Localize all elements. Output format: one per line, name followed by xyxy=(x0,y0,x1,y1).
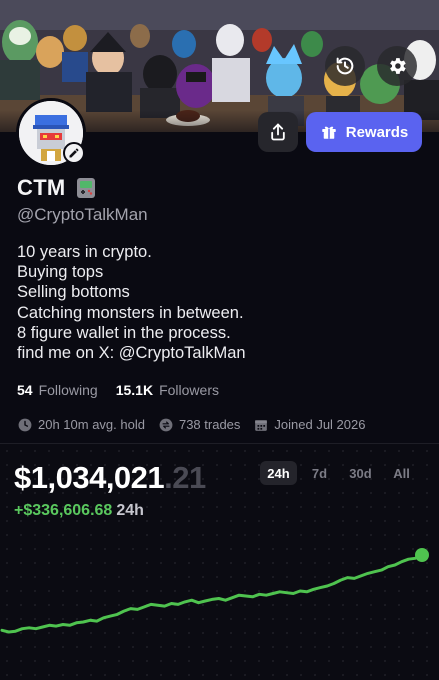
avg-hold-text: 20h 10m avg. hold xyxy=(38,417,145,432)
change-amount: +$336,606.68 xyxy=(14,502,113,519)
share-icon xyxy=(271,123,285,141)
trades-text: 738 trades xyxy=(178,417,241,432)
pencil-icon xyxy=(69,148,79,158)
current-value-point xyxy=(415,548,429,562)
bio-line: Buying tops xyxy=(17,263,104,282)
gift-icon xyxy=(321,126,336,139)
game-badge-icon xyxy=(76,178,95,198)
history-icon xyxy=(336,57,354,75)
trades-stat: 738 trades xyxy=(159,417,240,432)
gear-icon xyxy=(390,58,406,74)
tab-24h[interactable]: 24h xyxy=(260,461,297,485)
change-period: 24h xyxy=(116,502,144,519)
trading-stats: 20h 10m avg. hold 738 trades Joined Jul … xyxy=(18,417,379,432)
rewards-label: Rewards xyxy=(345,123,409,141)
joined-text: Joined Jul 2026 xyxy=(274,417,366,432)
portfolio-line-chart xyxy=(0,548,429,634)
following-label[interactable]: Following xyxy=(39,382,98,398)
tab-30d[interactable]: 30d xyxy=(342,461,379,485)
profile-bio: 10 years in crypto. Buying tops Selling … xyxy=(17,242,246,363)
rewards-button[interactable]: Rewards xyxy=(306,112,422,152)
tab-7d[interactable]: 7d xyxy=(301,461,338,485)
clock-icon xyxy=(18,418,32,431)
portfolio-value-main: $1,034,021 xyxy=(14,460,165,495)
bio-line: Selling bottoms xyxy=(17,283,130,302)
tab-all[interactable]: All xyxy=(383,461,420,485)
followers-label[interactable]: Followers xyxy=(159,382,219,398)
share-button[interactable] xyxy=(258,112,298,152)
following-count[interactable]: 54 xyxy=(17,382,33,398)
portfolio-value: $1,034,021.21 xyxy=(14,460,206,496)
edit-avatar-button[interactable] xyxy=(63,142,85,164)
history-button[interactable] xyxy=(325,46,365,86)
joined-stat: Joined Jul 2026 xyxy=(254,417,365,432)
name-row: CTM xyxy=(17,175,96,201)
display-name: CTM xyxy=(17,175,66,200)
follow-stats: 54 Following 15.1K Followers xyxy=(17,382,237,398)
swap-icon xyxy=(159,418,173,431)
bio-line: 8 figure wallet in the process. xyxy=(17,323,231,342)
portfolio-value-line xyxy=(0,553,424,634)
settings-button[interactable] xyxy=(377,46,417,86)
bio-line: find me on X: @CryptoTalkMan xyxy=(17,344,246,363)
bio-line: Catching monsters in between. xyxy=(17,303,244,322)
portfolio-change: +$336,606.68 24h xyxy=(14,502,144,520)
calendar-icon xyxy=(255,419,268,431)
profile-handle: @CryptoTalkMan xyxy=(17,205,148,224)
avg-hold-stat: 20h 10m avg. hold xyxy=(18,417,145,432)
portfolio-value-cents: .21 xyxy=(164,460,206,495)
bio-line: 10 years in crypto. xyxy=(17,243,152,261)
time-range-tabs: 24h 7d 30d All xyxy=(260,461,420,485)
followers-count[interactable]: 15.1K xyxy=(116,382,153,398)
